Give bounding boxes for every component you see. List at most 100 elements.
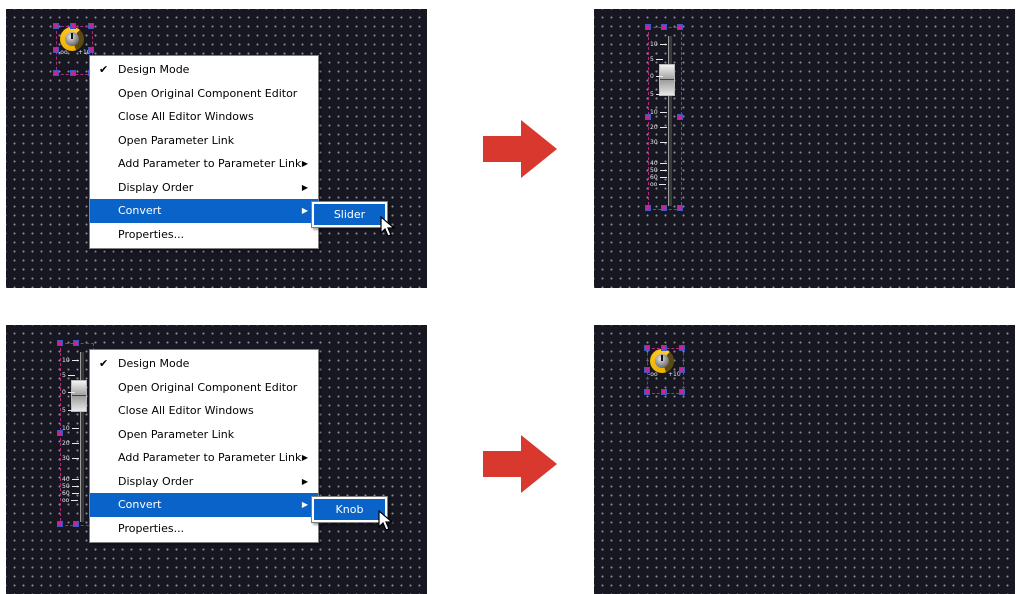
tick-label: 10 <box>650 41 658 48</box>
submenu-arrow-icon: ▶ <box>301 206 308 215</box>
context-menu: ✔ Design Mode Open Original Component Edi… <box>89 55 319 249</box>
slider-component[interactable]: 10 5 0 5 10 20 30 40 50 60 oo <box>58 346 92 522</box>
tick-label: 30 <box>650 139 658 146</box>
menu-item-open-parameter-link[interactable]: Open Parameter Link <box>90 423 318 447</box>
menu-item-close-all-editor-windows[interactable]: Close All Editor Windows <box>90 399 318 423</box>
submenu-arrow-icon: ▶ <box>301 476 308 486</box>
slider-tick: 5 <box>650 57 663 63</box>
menu-item-add-parameter-to-parameter-link[interactable]: Add Parameter to Parameter Link ▶ <box>90 446 318 470</box>
tick-label: 20 <box>62 440 70 447</box>
menu-item-display-order[interactable]: Display Order ▶ <box>90 176 318 200</box>
tick-label: 10 <box>62 425 70 432</box>
resize-handle[interactable] <box>679 389 685 395</box>
resize-handle[interactable] <box>88 47 94 53</box>
menu-item-open-original-component-editor[interactable]: Open Original Component Editor <box>90 376 318 400</box>
slider-track <box>668 36 672 206</box>
resize-handle[interactable] <box>677 114 683 120</box>
design-canvas-knob-after[interactable]: -oo +10 <box>594 325 1015 594</box>
tick-label: 40 <box>650 160 658 167</box>
mouse-cursor-icon <box>378 510 394 531</box>
slider-tick: 0 <box>650 74 663 80</box>
context-menu: ✔ Design Mode Open Original Component Edi… <box>89 349 319 543</box>
resize-handle[interactable] <box>57 430 63 436</box>
resize-handle[interactable] <box>679 345 685 351</box>
tick-label: 60 <box>650 174 658 181</box>
menu-item-label: Properties... <box>118 227 185 241</box>
submenu-item-knob[interactable]: Knob <box>314 499 385 520</box>
menu-item-properties[interactable]: Properties... <box>90 517 318 541</box>
slider-tick: 5 <box>650 92 663 98</box>
resize-handle[interactable] <box>661 205 667 211</box>
resize-handle[interactable] <box>73 521 79 527</box>
tick-label: oo <box>62 497 70 504</box>
slider-component[interactable]: 10 5 0 5 10 20 30 40 50 60 oo <box>646 30 680 206</box>
menu-item-open-parameter-link[interactable]: Open Parameter Link <box>90 129 318 153</box>
resize-handle[interactable] <box>53 47 59 53</box>
resize-handle[interactable] <box>644 367 650 373</box>
menu-item-design-mode[interactable]: ✔ Design Mode <box>90 58 318 82</box>
menu-item-properties[interactable]: Properties... <box>90 223 318 247</box>
tick-label: 60 <box>62 490 70 497</box>
slider-tick: 5 <box>62 373 75 379</box>
mouse-cursor-icon <box>380 216 396 237</box>
menu-item-label: Close All Editor Windows <box>118 110 254 123</box>
resize-handle[interactable] <box>645 24 651 30</box>
knob-pointer <box>71 33 73 39</box>
resize-handle[interactable] <box>73 340 79 346</box>
checkmark-icon: ✔ <box>99 357 109 370</box>
resize-handle[interactable] <box>677 24 683 30</box>
menu-item-label: Convert <box>118 498 162 511</box>
slider-tick: oo <box>650 182 667 188</box>
submenu-item-slider[interactable]: Slider <box>314 204 385 225</box>
menu-item-label: Open Original Component Editor <box>118 86 298 100</box>
menu-item-open-original-component-editor[interactable]: Open Original Component Editor <box>90 82 318 106</box>
tick-label: 50 <box>62 483 70 490</box>
resize-handle[interactable] <box>644 389 650 395</box>
resize-handle[interactable] <box>661 345 667 351</box>
menu-item-add-parameter-to-parameter-link[interactable]: Add Parameter to Parameter Link ▶ <box>90 152 318 176</box>
resize-handle[interactable] <box>679 367 685 373</box>
tick-label: 5 <box>650 56 654 63</box>
tick-label: 40 <box>62 476 70 483</box>
resize-handle[interactable] <box>645 205 651 211</box>
slider-tick: 20 <box>650 125 667 131</box>
resize-handle[interactable] <box>677 205 683 211</box>
submenu-arrow-icon: ▶ <box>301 500 308 509</box>
slider-tick: 10 <box>650 110 667 116</box>
slider-tick: 30 <box>62 456 79 462</box>
design-canvas-slider-after[interactable]: 10 5 0 5 10 20 30 40 50 60 oo <box>594 9 1015 288</box>
menu-item-label: Design Mode <box>118 357 190 370</box>
menu-item-label: Open Parameter Link <box>118 427 235 441</box>
resize-handle[interactable] <box>88 23 94 29</box>
menu-item-label: Close All Editor Windows <box>118 404 254 417</box>
resize-handle[interactable] <box>53 70 59 76</box>
resize-handle[interactable] <box>57 340 63 346</box>
menu-item-convert[interactable]: Convert ▶ <box>90 199 318 223</box>
menu-item-label: Add Parameter to Parameter Link <box>118 451 302 464</box>
resize-handle[interactable] <box>661 389 667 395</box>
menu-item-label: Open Parameter Link <box>118 133 235 147</box>
menu-item-design-mode[interactable]: ✔ Design Mode <box>90 352 318 376</box>
resize-handle[interactable] <box>661 24 667 30</box>
resize-handle[interactable] <box>57 521 63 527</box>
resize-handle[interactable] <box>70 70 76 76</box>
menu-item-display-order[interactable]: Display Order ▶ <box>90 470 318 494</box>
slider-tick: 30 <box>650 140 667 146</box>
tick-label: 5 <box>62 407 66 414</box>
menu-item-close-all-editor-windows[interactable]: Close All Editor Windows <box>90 105 318 129</box>
resize-handle[interactable] <box>645 114 651 120</box>
tick-label: 0 <box>650 73 654 80</box>
submenu-arrow-icon: ▶ <box>301 182 308 192</box>
resize-handle[interactable] <box>53 23 59 29</box>
menu-item-label: Add Parameter to Parameter Link <box>118 157 302 170</box>
menu-item-label: Display Order <box>118 474 194 488</box>
tick-label: 10 <box>62 357 70 364</box>
menu-item-convert[interactable]: Convert ▶ <box>90 493 318 517</box>
slider-tick: 5 <box>62 408 75 414</box>
resize-handle[interactable] <box>644 345 650 351</box>
slider-tick: 0 <box>62 390 75 396</box>
tick-label: 5 <box>62 372 66 379</box>
resize-handle[interactable] <box>70 23 76 29</box>
slider-tick: oo <box>62 497 79 504</box>
knob-min-label: -oo <box>58 49 68 56</box>
